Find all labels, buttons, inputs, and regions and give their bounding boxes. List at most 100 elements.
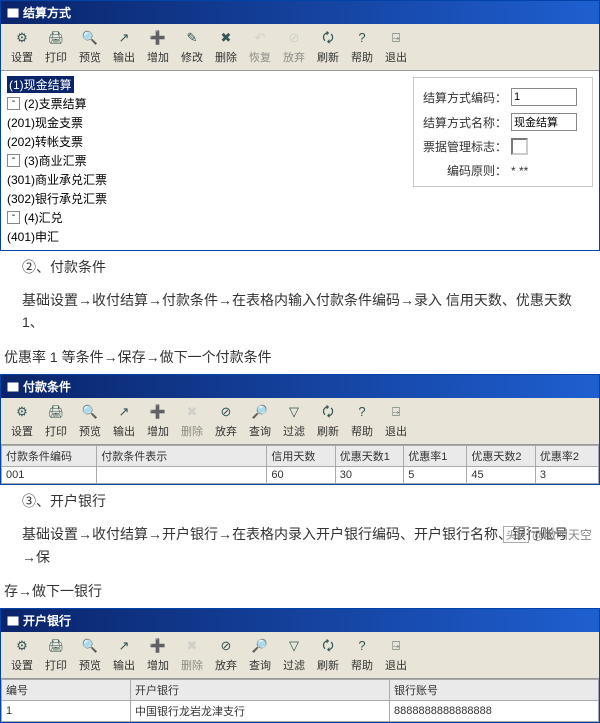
flag-label: 票据管理标志： — [422, 138, 507, 155]
code-input[interactable] — [511, 88, 577, 106]
cell[interactable]: 45 — [467, 467, 535, 484]
svg-text:⚙: ⚙ — [16, 638, 28, 653]
cell[interactable]: 30 — [335, 467, 403, 484]
add-button[interactable]: ➕增加 — [141, 26, 175, 68]
toolbar-label: 打印 — [45, 49, 67, 65]
svg-text:↗: ↗ — [119, 30, 130, 45]
preview-button[interactable]: 🔍预览 — [73, 26, 107, 68]
svg-text:✖: ✖ — [187, 404, 198, 419]
add-icon: ➕ — [149, 403, 167, 423]
export-button[interactable]: ↗输出 — [107, 400, 141, 442]
help-icon: ? — [353, 637, 371, 657]
toolbar-label: 放弃 — [215, 657, 237, 673]
svg-text:?: ? — [358, 30, 365, 45]
delete-icon: ✖ — [183, 637, 201, 657]
search-button[interactable]: 🔎查询 — [243, 400, 277, 442]
gear-button[interactable]: ⚙设置 — [5, 634, 39, 676]
window-bank: 开户银行 ⚙设置🖨打印🔍预览↗输出➕增加✖删除⊘放弃🔎查询▽过滤🗘刷新?帮助⍈退… — [0, 608, 600, 723]
print-icon: 🖨 — [47, 29, 65, 49]
svg-text:⍈: ⍈ — [392, 404, 400, 419]
cancel-button[interactable]: ⊘放弃 — [209, 634, 243, 676]
search-button[interactable]: 🔎查询 — [243, 634, 277, 676]
toolbar-label: 打印 — [45, 423, 67, 439]
cell[interactable]: 8888888888888888 — [390, 701, 599, 722]
undo-button[interactable]: ↶恢复 — [243, 26, 277, 68]
tree-item[interactable]: (202)转帐支票 — [7, 133, 227, 150]
tree-item[interactable]: (302)银行承兑汇票 — [7, 190, 227, 207]
help-icon: ? — [353, 403, 371, 423]
delete-button[interactable]: ✖删除 — [175, 400, 209, 442]
toolbar-label: 输出 — [113, 49, 135, 65]
cell[interactable]: 中国银行龙岩龙津支行 — [131, 701, 390, 722]
exit-button[interactable]: ⍈退出 — [379, 26, 413, 68]
collapse-icon[interactable]: - — [7, 154, 20, 167]
table-row[interactable]: 001 60305453 — [2, 467, 599, 484]
svg-text:➕: ➕ — [150, 404, 166, 419]
gear-button[interactable]: ⚙设置 — [5, 400, 39, 442]
section-heading: ②、付款条件 — [0, 251, 600, 283]
toolbar-label: 过滤 — [283, 423, 305, 439]
collapse-icon[interactable]: - — [7, 211, 20, 224]
cell[interactable]: 1 — [2, 701, 131, 722]
filter-button[interactable]: ▽过滤 — [277, 400, 311, 442]
table-row[interactable]: 1中国银行龙岩龙津支行8888888888888888 — [2, 701, 599, 722]
edit-button[interactable]: ✎修改 — [175, 26, 209, 68]
preview-button[interactable]: 🔍预览 — [73, 634, 107, 676]
toolbar-label: 打印 — [45, 657, 67, 673]
cell[interactable]: 001 — [2, 467, 97, 484]
delete-button[interactable]: ✖删除 — [175, 634, 209, 676]
preview-icon: 🔍 — [81, 403, 99, 423]
title-bar: 付款条件 — [1, 375, 599, 398]
refresh-icon: 🗘 — [319, 403, 337, 423]
gear-button[interactable]: ⚙设置 — [5, 26, 39, 68]
refresh-button[interactable]: 🗘刷新 — [311, 400, 345, 442]
cell[interactable] — [97, 467, 267, 484]
refresh-button[interactable]: 🗘刷新 — [311, 26, 345, 68]
flag-checkbox[interactable] — [511, 138, 528, 155]
cell[interactable]: 60 — [267, 467, 335, 484]
svg-text:🔍: 🔍 — [82, 29, 98, 45]
preview-button[interactable]: 🔍预览 — [73, 400, 107, 442]
column-header: 优惠天数1 — [335, 446, 403, 467]
tree-item[interactable]: (1)现金结算 — [7, 76, 227, 93]
tree-item[interactable]: (401)申汇 — [7, 228, 227, 245]
exit-button[interactable]: ⍈退出 — [379, 400, 413, 442]
exit-button[interactable]: ⍈退出 — [379, 634, 413, 676]
toolbar-label: 预览 — [79, 657, 101, 673]
svg-text:?: ? — [358, 404, 365, 419]
tree-item[interactable]: (301)商业承兑汇票 — [7, 171, 227, 188]
tree-item[interactable]: -(4)汇兑 — [7, 209, 227, 226]
print-button[interactable]: 🖨打印 — [39, 400, 73, 442]
edit-icon: ✎ — [183, 29, 201, 49]
help-button[interactable]: ?帮助 — [345, 400, 379, 442]
cancel-button[interactable]: ⊘放弃 — [277, 26, 311, 68]
export-button[interactable]: ↗输出 — [107, 634, 141, 676]
add-button[interactable]: ➕增加 — [141, 634, 175, 676]
export-button[interactable]: ↗ 输出 — [107, 26, 141, 68]
help-button[interactable]: ?帮助 — [345, 634, 379, 676]
svg-text:⍈: ⍈ — [392, 30, 400, 45]
toolbar-label: 过滤 — [283, 657, 305, 673]
cell[interactable]: 3 — [535, 467, 598, 484]
delete-button[interactable]: ✖删除 — [209, 26, 243, 68]
print-button[interactable]: 🖨打印 — [39, 26, 73, 68]
svg-text:🔎: 🔎 — [252, 637, 269, 653]
delete-icon: ✖ — [217, 29, 235, 49]
print-button[interactable]: 🖨 打印 — [39, 634, 73, 676]
help-button[interactable]: ? 帮助 — [345, 26, 379, 68]
filter-button[interactable]: ▽过滤 — [277, 634, 311, 676]
name-input[interactable] — [511, 113, 577, 131]
toolbar-label: 帮助 — [351, 49, 373, 65]
add-button[interactable]: ➕增加 — [141, 400, 175, 442]
column-header: 银行账号 — [390, 680, 599, 701]
tree-item[interactable]: -(2)支票结算 — [7, 95, 227, 112]
payment-terms-grid: 付款条件编码付款条件表示信用天数优惠天数1优惠率1优惠天数2优惠率2 00160… — [1, 445, 599, 484]
refresh-button[interactable]: 🗘刷新 — [311, 634, 345, 676]
collapse-icon[interactable]: - — [7, 97, 20, 110]
tree-item[interactable]: -(3)商业汇票 — [7, 152, 227, 169]
tree-item[interactable]: (201)现金支票 — [7, 114, 227, 131]
svg-text:🗘: 🗘 — [322, 638, 334, 653]
cell[interactable]: 5 — [404, 467, 467, 484]
svg-text:🖨: 🖨 — [48, 638, 65, 653]
cancel-button[interactable]: ⊘放弃 — [209, 400, 243, 442]
